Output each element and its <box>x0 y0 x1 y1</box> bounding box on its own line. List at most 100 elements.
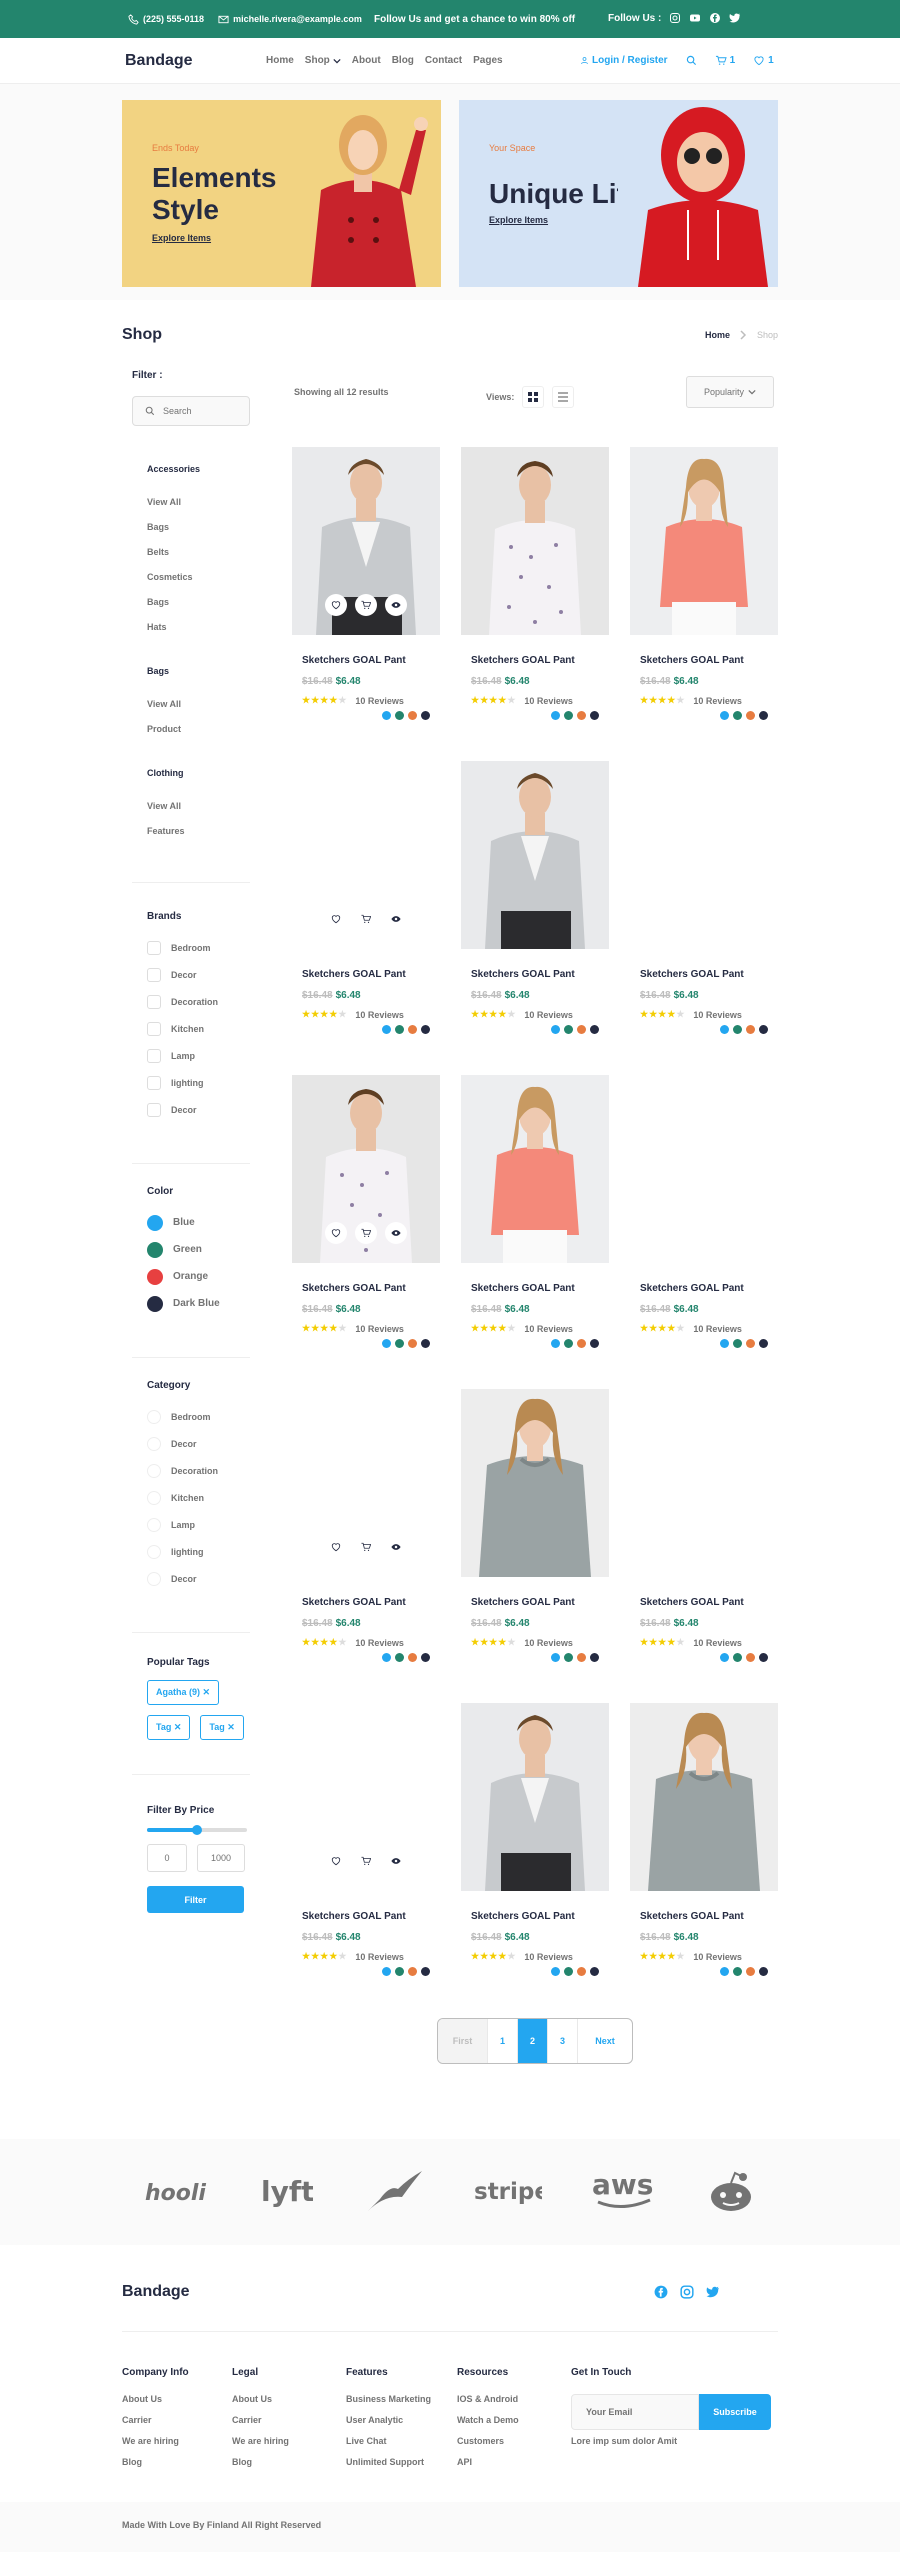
product-name[interactable]: Sketchers GOAL Pant <box>640 1597 778 1608</box>
product-image[interactable] <box>630 761 778 949</box>
footer-link[interactable]: We are hiring <box>232 2436 289 2457</box>
footer-brand[interactable]: Bandage <box>122 2283 190 2301</box>
color-dot[interactable] <box>590 1339 599 1348</box>
color-dot[interactable] <box>733 1339 742 1348</box>
tag-chip[interactable]: Tag ✕ <box>200 1715 244 1740</box>
product-name[interactable]: Sketchers GOAL Pant <box>302 969 440 980</box>
color-dot[interactable] <box>746 1339 755 1348</box>
close-icon[interactable]: ✕ <box>225 1722 235 1732</box>
product-image[interactable] <box>292 1703 440 1891</box>
eye-action-button[interactable] <box>385 908 407 930</box>
category-link[interactable]: View All <box>147 794 250 819</box>
product-card[interactable]: Sketchers GOAL Pant $16.48 $6.48 ★★★★★ 10 Re… <box>630 447 778 761</box>
color-dot[interactable] <box>759 1339 768 1348</box>
color-dot[interactable] <box>590 1653 599 1662</box>
checkbox[interactable] <box>147 1409 161 1424</box>
login-register-link[interactable]: Login / Register <box>580 55 668 66</box>
sort-dropdown[interactable]: Popularity <box>686 376 774 408</box>
price-max-input[interactable]: 1000 <box>197 1844 245 1872</box>
brand-filter-item[interactable]: Decor <box>147 961 250 988</box>
product-name[interactable]: Sketchers GOAL Pant <box>471 1283 609 1294</box>
nav-item-home[interactable]: Home <box>266 55 294 66</box>
twitter-icon[interactable] <box>706 2285 720 2299</box>
footer-link[interactable]: We are hiring <box>122 2436 189 2457</box>
color-dot[interactable] <box>382 1025 391 1034</box>
nav-item-contact[interactable]: Contact <box>425 55 462 66</box>
category-link[interactable]: Cosmetics <box>147 565 250 590</box>
youtube-icon[interactable] <box>689 12 701 24</box>
tag-chip[interactable]: Tag ✕ <box>147 1715 191 1740</box>
explore-items-link[interactable]: Explore Items <box>489 215 548 225</box>
color-dot[interactable] <box>720 1967 729 1976</box>
price-slider-handle[interactable] <box>192 1825 202 1835</box>
footer-link[interactable]: Carrier <box>122 2415 189 2436</box>
eye-action-button[interactable] <box>385 1222 407 1244</box>
product-name[interactable]: Sketchers GOAL Pant <box>640 655 778 666</box>
product-card[interactable]: Sketchers GOAL Pant $16.48 $6.48 ★★★★★ 10 Re… <box>461 1389 609 1703</box>
list-view-button[interactable] <box>552 386 575 408</box>
checkbox[interactable] <box>147 967 161 982</box>
brand-filter-item[interactable]: Decoration <box>147 988 250 1015</box>
brand-filter-item[interactable]: Decor <box>147 1096 250 1123</box>
category-link[interactable]: Features <box>147 819 250 844</box>
color-dot[interactable] <box>577 1653 586 1662</box>
color-dot[interactable] <box>733 711 742 720</box>
color-dot[interactable] <box>733 1967 742 1976</box>
product-card[interactable]: Sketchers GOAL Pant $16.48 $6.48 ★★★★★ 10 Re… <box>292 1389 440 1703</box>
color-filter-item[interactable]: Orange <box>147 1263 250 1290</box>
sidebar-search-input[interactable]: Search <box>132 396 250 426</box>
instagram-icon[interactable] <box>669 12 681 24</box>
product-card[interactable]: Sketchers GOAL Pant $16.48 $6.48 ★★★★★ 10 Re… <box>461 447 609 761</box>
color-dot[interactable] <box>733 1653 742 1662</box>
facebook-icon[interactable] <box>654 2285 668 2299</box>
color-dot[interactable] <box>564 711 573 720</box>
product-image[interactable] <box>630 1703 778 1891</box>
color-dot[interactable] <box>564 1967 573 1976</box>
color-dot[interactable] <box>408 1653 417 1662</box>
email-contact[interactable]: michelle.rivera@example.com <box>218 14 362 25</box>
hero-card-elements[interactable]: Ends Today Elements Style Explore Items <box>122 100 441 287</box>
brand-filter-item[interactable]: Lamp <box>147 1042 250 1069</box>
grid-view-button[interactable] <box>522 386 545 408</box>
wishlist-button[interactable]: 1 <box>753 55 774 66</box>
color-dot[interactable] <box>395 711 404 720</box>
eye-action-button[interactable] <box>385 1536 407 1558</box>
page-button[interactable]: 3 <box>548 2019 578 2063</box>
heart-action-button[interactable] <box>325 1536 347 1558</box>
color-dot[interactable] <box>551 711 560 720</box>
color-dot[interactable] <box>421 1653 430 1662</box>
checkbox[interactable] <box>147 1517 161 1532</box>
email-input[interactable]: Your Email <box>571 2394 699 2430</box>
footer-link[interactable]: Watch a Demo <box>457 2415 519 2436</box>
brand-filter-item[interactable]: Bedroom <box>147 934 250 961</box>
checkbox[interactable] <box>147 1048 161 1063</box>
close-icon[interactable]: ✕ <box>200 1687 211 1697</box>
brand-filter-item[interactable]: Kitchen <box>147 1015 250 1042</box>
product-image[interactable] <box>461 447 609 635</box>
subscribe-button[interactable]: Subscribe <box>699 2394 771 2430</box>
facebook-icon[interactable] <box>709 12 721 24</box>
product-name[interactable]: Sketchers GOAL Pant <box>302 1597 440 1608</box>
color-dot[interactable] <box>759 711 768 720</box>
color-dot[interactable] <box>746 1653 755 1662</box>
product-image[interactable] <box>630 1075 778 1263</box>
checkbox[interactable] <box>147 1571 161 1586</box>
product-name[interactable]: Sketchers GOAL Pant <box>640 1911 778 1922</box>
color-dot[interactable] <box>733 1025 742 1034</box>
checkbox[interactable] <box>147 1102 161 1117</box>
product-card[interactable]: Sketchers GOAL Pant $16.48 $6.48 ★★★★★ 10 Re… <box>461 1703 609 2017</box>
product-card[interactable]: Sketchers GOAL Pant $16.48 $6.48 ★★★★★ 10 Re… <box>630 1703 778 2017</box>
heart-action-button[interactable] <box>325 908 347 930</box>
brand-logo[interactable]: Bandage <box>125 52 193 70</box>
color-dot[interactable] <box>395 1653 404 1662</box>
color-filter-item[interactable]: Blue <box>147 1209 250 1236</box>
heart-action-button[interactable] <box>325 1850 347 1872</box>
page-button[interactable]: First <box>438 2019 488 2063</box>
product-card[interactable]: Sketchers GOAL Pant $16.48 $6.48 ★★★★★ 10 Re… <box>630 1389 778 1703</box>
color-dot[interactable] <box>564 1025 573 1034</box>
color-dot[interactable] <box>382 1653 391 1662</box>
category-link[interactable]: Bags <box>147 590 250 615</box>
color-dot[interactable] <box>382 1967 391 1976</box>
explore-items-link[interactable]: Explore Items <box>152 233 211 243</box>
category-link[interactable]: Hats <box>147 615 250 640</box>
